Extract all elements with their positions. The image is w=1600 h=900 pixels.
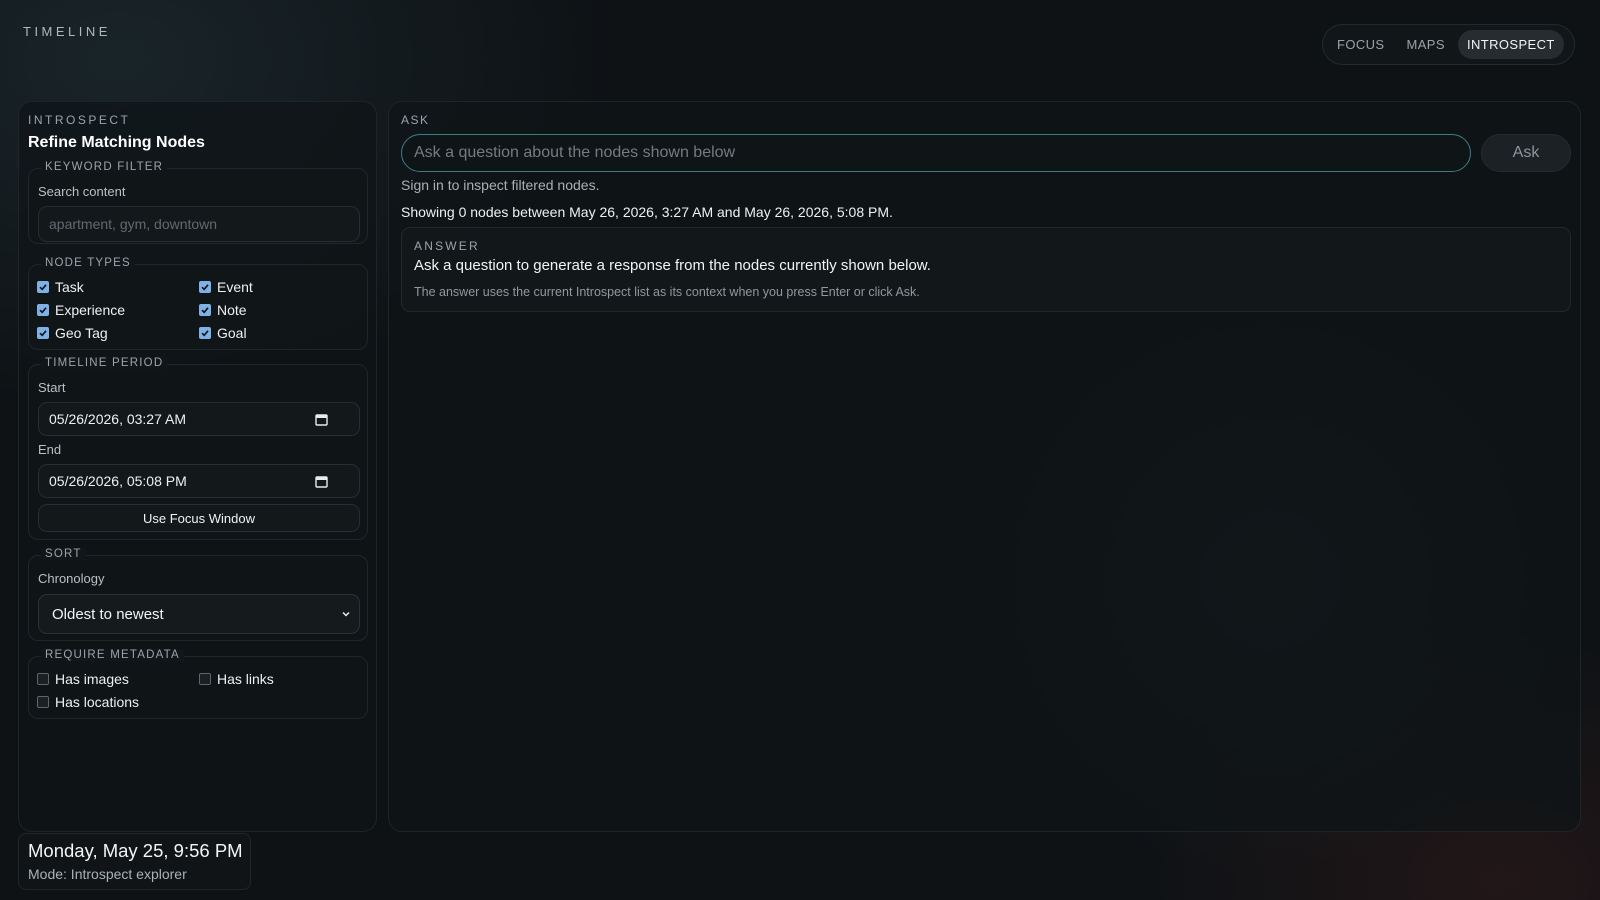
keyword-filter-legend: KEYWORD FILTER: [41, 161, 168, 173]
end-date-value: 05/26/2026, 05:08 PM: [49, 473, 187, 489]
answer-card: ANSWER Ask a question to generate a resp…: [401, 227, 1571, 312]
start-date-value: 05/26/2026, 03:27 AM: [49, 411, 186, 427]
panel-eyebrow: INTROSPECT: [28, 113, 131, 127]
node-type-label: Goal: [217, 325, 247, 341]
checkbox-checked[interactable]: [37, 304, 49, 316]
calendar-icon[interactable]: [311, 409, 331, 429]
node-types-group: NODE TYPES Task Event Experience Note Ge…: [28, 257, 368, 350]
ask-question-input[interactable]: [401, 134, 1471, 172]
checkbox-checked[interactable]: [199, 304, 211, 316]
use-focus-window-button[interactable]: Use Focus Window: [38, 504, 360, 532]
check-icon: [39, 284, 47, 291]
chronology-select[interactable]: Oldest to newest: [38, 594, 360, 634]
node-type-goal[interactable]: Goal: [199, 325, 247, 341]
node-types-legend: NODE TYPES: [41, 257, 135, 269]
answer-text: Ask a question to generate a response fr…: [414, 257, 931, 274]
end-label: End: [38, 442, 62, 457]
ask-button[interactable]: Ask: [1481, 134, 1571, 172]
tab-introspect[interactable]: INTROSPECT: [1457, 30, 1564, 59]
timeline-period-group: TIMELINE PERIOD Start 05/26/2026, 03:27 …: [28, 357, 368, 540]
timeline-period-legend: TIMELINE PERIOD: [41, 357, 168, 369]
node-type-label: Event: [217, 279, 253, 295]
showing-summary: Showing 0 nodes between May 26, 2026, 3:…: [401, 204, 893, 220]
signin-notice: Sign in to inspect filtered nodes.: [401, 177, 600, 193]
node-type-label: Note: [217, 302, 247, 318]
chevron-down-icon: [341, 606, 351, 623]
require-metadata-group: REQUIRE METADATA Has images Has links Ha…: [28, 649, 368, 719]
node-type-label: Experience: [55, 302, 126, 318]
check-icon: [39, 307, 47, 314]
answer-note: The answer uses the current Introspect l…: [414, 285, 920, 299]
node-type-label: Task: [55, 279, 84, 295]
keyword-filter-group: KEYWORD FILTER Search content: [28, 161, 368, 244]
tab-focus[interactable]: FOCUS: [1328, 30, 1394, 59]
start-date-input[interactable]: 05/26/2026, 03:27 AM: [38, 402, 360, 436]
chronology-select-value: Oldest to newest: [52, 605, 164, 623]
node-type-label: Geo Tag: [55, 325, 108, 341]
checkbox-checked[interactable]: [199, 327, 211, 339]
app-title: TIMELINE: [23, 24, 111, 39]
sort-legend: SORT: [41, 548, 86, 560]
current-datetime: Monday, May 25, 9:56 PM: [28, 840, 243, 861]
check-icon: [201, 330, 209, 337]
has-images-checkbox[interactable]: Has images: [37, 671, 129, 687]
current-mode: Mode: Introspect explorer: [28, 866, 187, 882]
node-type-note[interactable]: Note: [199, 302, 247, 318]
ask-panel: ASK Ask Sign in to inspect filtered node…: [388, 101, 1581, 832]
checkbox-unchecked[interactable]: [37, 696, 49, 708]
tab-maps[interactable]: MAPS: [1398, 30, 1454, 59]
check-icon: [201, 284, 209, 291]
search-content-label: Search content: [38, 184, 126, 199]
has-locations-checkbox[interactable]: Has locations: [37, 694, 139, 710]
filter-panel: INTROSPECT Refine Matching Nodes KEYWORD…: [18, 101, 377, 832]
sort-group: SORT Chronology Oldest to newest: [28, 548, 368, 641]
node-type-geo-tag[interactable]: Geo Tag: [37, 325, 108, 341]
calendar-icon[interactable]: [311, 471, 331, 491]
answer-eyebrow: ANSWER: [414, 239, 480, 253]
checkbox-unchecked[interactable]: [199, 673, 211, 685]
checkbox-checked[interactable]: [37, 281, 49, 293]
ask-label: ASK: [401, 113, 430, 127]
start-label: Start: [38, 380, 66, 395]
check-icon: [201, 307, 209, 314]
checkbox-checked[interactable]: [37, 327, 49, 339]
checkbox-checked[interactable]: [199, 281, 211, 293]
checkbox-unchecked[interactable]: [37, 673, 49, 685]
status-card: Monday, May 25, 9:56 PM Mode: Introspect…: [18, 833, 251, 890]
node-type-event[interactable]: Event: [199, 279, 253, 295]
metadata-label: Has images: [55, 671, 129, 687]
chronology-label: Chronology: [38, 571, 105, 586]
require-metadata-legend: REQUIRE METADATA: [41, 649, 184, 661]
end-date-input[interactable]: 05/26/2026, 05:08 PM: [38, 464, 360, 498]
metadata-label: Has locations: [55, 694, 140, 710]
mode-switcher: FOCUS MAPS INTROSPECT: [1322, 24, 1575, 65]
node-type-experience[interactable]: Experience: [37, 302, 125, 318]
metadata-label: Has links: [217, 671, 274, 687]
node-type-task[interactable]: Task: [37, 279, 84, 295]
has-links-checkbox[interactable]: Has links: [199, 671, 274, 687]
check-icon: [39, 330, 47, 337]
panel-title: Refine Matching Nodes: [28, 134, 205, 151]
search-content-input[interactable]: [38, 206, 360, 242]
